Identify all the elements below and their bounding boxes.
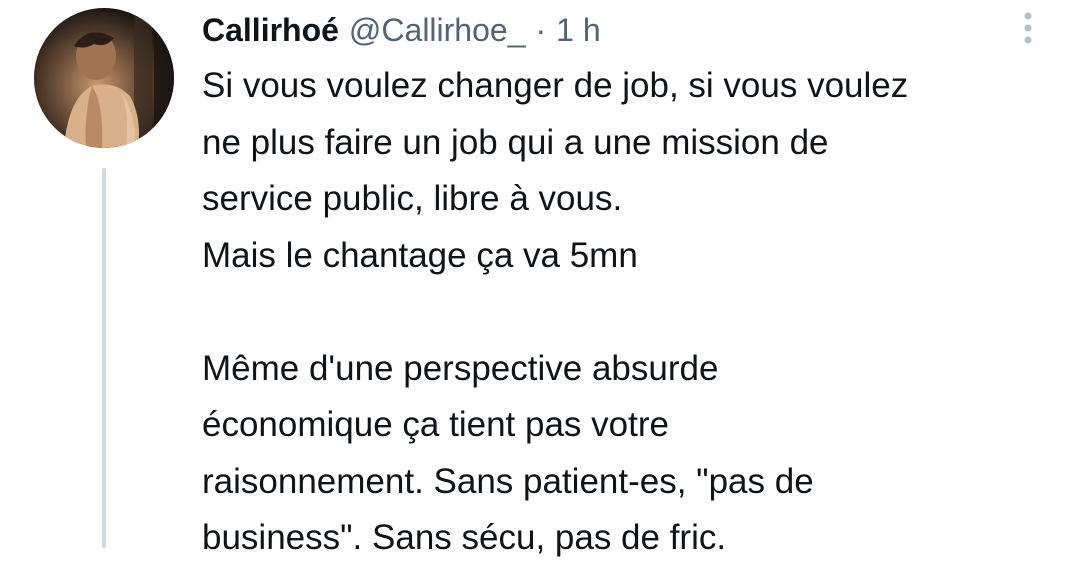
tweet-text-line: raisonnement. Sans patient-es, "pas de: [202, 461, 814, 501]
thread-connector-line: [102, 168, 106, 548]
tweet-text-line: Mais le chantage ça va 5mn: [202, 235, 638, 275]
tweet-body: Si vous voulez changer de job, si vous v…: [202, 58, 1062, 567]
tweet-header: Callirhoé @Callirhoe_ · 1 h: [202, 8, 601, 52]
avatar[interactable]: [34, 8, 174, 148]
more-options-button[interactable]: [1008, 8, 1048, 48]
tweet-text-line: Même d'une perspective absurde: [202, 348, 719, 388]
vertical-ellipsis-icon: [1024, 12, 1032, 44]
tweet-text-line: Si vous voulez changer de job, si vous v…: [202, 66, 909, 105]
tweet-text-line: économique ça tient pas votre: [202, 405, 669, 444]
tweet-text-line: ne plus faire un job qui a une mission d…: [202, 122, 829, 162]
author-handle[interactable]: @Callirhoe_: [349, 8, 526, 52]
tweet-text-line: service public, libre à vous.: [202, 179, 623, 218]
tweet-timestamp[interactable]: 1 h: [556, 8, 600, 52]
profile-photo-icon: [34, 8, 174, 148]
author-display-name[interactable]: Callirhoé: [202, 8, 339, 52]
header-separator: ·: [535, 12, 547, 48]
tweet-text-line: business". Sans sécu, pas de fric.: [202, 518, 727, 557]
tweet[interactable]: Callirhoé @Callirhoe_ · 1 h Si vous voul…: [0, 0, 1080, 557]
avatar-column: [34, 8, 174, 548]
paragraph-break: [202, 284, 1062, 341]
